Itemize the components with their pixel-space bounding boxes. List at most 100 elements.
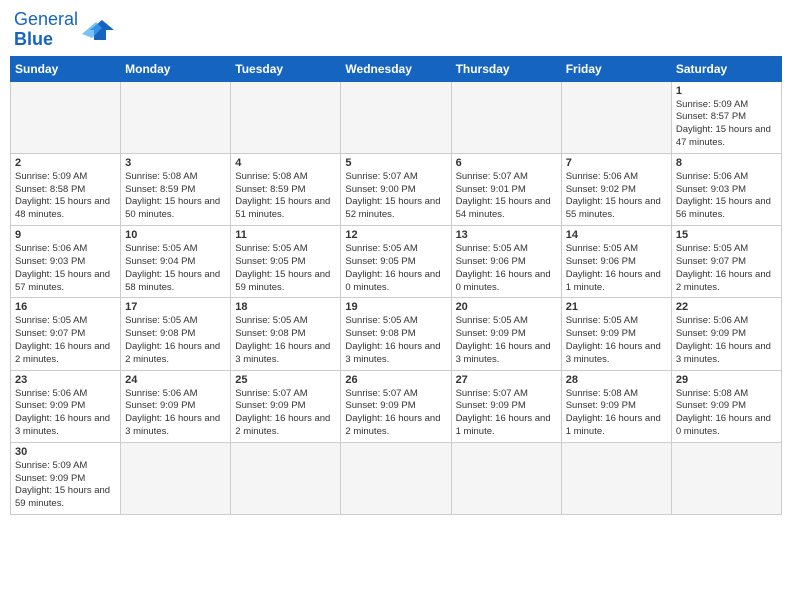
day-number: 10 xyxy=(125,229,226,241)
weekday-header-saturday: Saturday xyxy=(671,56,781,81)
calendar-cell: 13 Sunrise: 5:05 AM Sunset: 9:06 PM Dayli… xyxy=(451,226,561,298)
day-info: Sunrise: 5:06 AM Sunset: 9:02 PM Dayligh… xyxy=(566,171,667,222)
day-info: Sunrise: 5:05 AM Sunset: 9:08 PM Dayligh… xyxy=(235,315,336,366)
calendar-cell: 27 Sunrise: 5:07 AM Sunset: 9:09 PM Dayli… xyxy=(451,370,561,442)
weekday-header-thursday: Thursday xyxy=(451,56,561,81)
day-info: Sunrise: 5:05 AM Sunset: 9:07 PM Dayligh… xyxy=(676,243,777,294)
calendar-cell xyxy=(121,81,231,153)
day-info: Sunrise: 5:09 AM Sunset: 9:09 PM Dayligh… xyxy=(15,460,116,511)
day-info: Sunrise: 5:06 AM Sunset: 9:03 PM Dayligh… xyxy=(15,243,116,294)
day-info: Sunrise: 5:07 AM Sunset: 9:00 PM Dayligh… xyxy=(345,171,446,222)
logo: General Blue xyxy=(14,10,114,50)
day-info: Sunrise: 5:08 AM Sunset: 8:59 PM Dayligh… xyxy=(125,171,226,222)
day-info: Sunrise: 5:05 AM Sunset: 9:04 PM Dayligh… xyxy=(125,243,226,294)
day-number: 27 xyxy=(456,374,557,386)
day-info: Sunrise: 5:06 AM Sunset: 9:09 PM Dayligh… xyxy=(676,315,777,366)
day-number: 24 xyxy=(125,374,226,386)
weekday-header-friday: Friday xyxy=(561,56,671,81)
calendar-cell xyxy=(341,81,451,153)
calendar-week-2: 2Sunrise: 5:09 AM Sunset: 8:58 PM Daylig… xyxy=(11,153,782,225)
day-number: 15 xyxy=(676,229,777,241)
day-number: 26 xyxy=(345,374,446,386)
logo-general: General xyxy=(14,9,78,29)
day-number: 19 xyxy=(345,301,446,313)
calendar-cell: 5Sunrise: 5:07 AM Sunset: 9:00 PM Daylig… xyxy=(341,153,451,225)
day-number: 25 xyxy=(235,374,336,386)
day-info: Sunrise: 5:05 AM Sunset: 9:09 PM Dayligh… xyxy=(456,315,557,366)
day-number: 9 xyxy=(15,229,116,241)
calendar-week-5: 23 Sunrise: 5:06 AM Sunset: 9:09 PM Dayli… xyxy=(11,370,782,442)
day-number: 28 xyxy=(566,374,667,386)
calendar-cell xyxy=(561,442,671,514)
day-number: 23 xyxy=(15,374,116,386)
calendar-cell: 15 Sunrise: 5:05 AM Sunset: 9:07 PM Dayli… xyxy=(671,226,781,298)
day-info: Sunrise: 5:05 AM Sunset: 9:06 PM Dayligh… xyxy=(566,243,667,294)
weekday-header-row: SundayMondayTuesdayWednesdayThursdayFrid… xyxy=(11,56,782,81)
calendar-cell xyxy=(451,81,561,153)
calendar-cell xyxy=(11,81,121,153)
day-number: 3 xyxy=(125,157,226,169)
day-info: Sunrise: 5:05 AM Sunset: 9:07 PM Dayligh… xyxy=(15,315,116,366)
day-number: 13 xyxy=(456,229,557,241)
calendar-cell: 23 Sunrise: 5:06 AM Sunset: 9:09 PM Dayli… xyxy=(11,370,121,442)
calendar-table: SundayMondayTuesdayWednesdayThursdayFrid… xyxy=(10,56,782,516)
day-number: 30 xyxy=(15,446,116,458)
logo-blue: Blue xyxy=(14,29,53,49)
day-number: 11 xyxy=(235,229,336,241)
calendar-cell: 7 Sunrise: 5:06 AM Sunset: 9:02 PM Daylig… xyxy=(561,153,671,225)
day-number: 18 xyxy=(235,301,336,313)
calendar-cell: 8Sunrise: 5:06 AM Sunset: 9:03 PM Daylig… xyxy=(671,153,781,225)
weekday-header-tuesday: Tuesday xyxy=(231,56,341,81)
day-number: 6 xyxy=(456,157,557,169)
day-info: Sunrise: 5:05 AM Sunset: 9:08 PM Dayligh… xyxy=(125,315,226,366)
calendar-cell xyxy=(451,442,561,514)
day-info: Sunrise: 5:08 AM Sunset: 9:09 PM Dayligh… xyxy=(676,388,777,439)
calendar-cell xyxy=(341,442,451,514)
weekday-header-monday: Monday xyxy=(121,56,231,81)
calendar-cell: 2Sunrise: 5:09 AM Sunset: 8:58 PM Daylig… xyxy=(11,153,121,225)
day-info: Sunrise: 5:08 AM Sunset: 9:09 PM Dayligh… xyxy=(566,388,667,439)
calendar-cell: 19Sunrise: 5:05 AM Sunset: 9:08 PM Dayli… xyxy=(341,298,451,370)
logo-text: General Blue xyxy=(14,10,78,50)
logo-icon xyxy=(82,16,114,44)
calendar-cell: 22Sunrise: 5:06 AM Sunset: 9:09 PM Dayli… xyxy=(671,298,781,370)
calendar-week-4: 16Sunrise: 5:05 AM Sunset: 9:07 PM Dayli… xyxy=(11,298,782,370)
calendar-cell: 21Sunrise: 5:05 AM Sunset: 9:09 PM Dayli… xyxy=(561,298,671,370)
day-info: Sunrise: 5:07 AM Sunset: 9:09 PM Dayligh… xyxy=(456,388,557,439)
calendar-cell: 26 Sunrise: 5:07 AM Sunset: 9:09 PM Dayli… xyxy=(341,370,451,442)
day-number: 7 xyxy=(566,157,667,169)
day-info: Sunrise: 5:05 AM Sunset: 9:05 PM Dayligh… xyxy=(345,243,446,294)
day-info: Sunrise: 5:06 AM Sunset: 9:03 PM Dayligh… xyxy=(676,171,777,222)
day-info: Sunrise: 5:08 AM Sunset: 8:59 PM Dayligh… xyxy=(235,171,336,222)
day-number: 1 xyxy=(676,85,777,97)
day-number: 20 xyxy=(456,301,557,313)
day-info: Sunrise: 5:09 AM Sunset: 8:57 PM Dayligh… xyxy=(676,99,777,150)
day-info: Sunrise: 5:05 AM Sunset: 9:05 PM Dayligh… xyxy=(235,243,336,294)
calendar-cell: 24 Sunrise: 5:06 AM Sunset: 9:09 PM Dayli… xyxy=(121,370,231,442)
day-info: Sunrise: 5:05 AM Sunset: 9:06 PM Dayligh… xyxy=(456,243,557,294)
day-number: 4 xyxy=(235,157,336,169)
day-number: 17 xyxy=(125,301,226,313)
day-number: 29 xyxy=(676,374,777,386)
calendar-cell: 11 Sunrise: 5:05 AM Sunset: 9:05 PM Dayli… xyxy=(231,226,341,298)
day-number: 2 xyxy=(15,157,116,169)
calendar-week-1: 1 Sunrise: 5:09 AM Sunset: 8:57 PM Daylig… xyxy=(11,81,782,153)
calendar-week-6: 30 Sunrise: 5:09 AM Sunset: 9:09 PM Dayli… xyxy=(11,442,782,514)
day-info: Sunrise: 5:07 AM Sunset: 9:09 PM Dayligh… xyxy=(235,388,336,439)
calendar-cell: 6Sunrise: 5:07 AM Sunset: 9:01 PM Daylig… xyxy=(451,153,561,225)
day-number: 12 xyxy=(345,229,446,241)
day-number: 14 xyxy=(566,229,667,241)
calendar-cell xyxy=(561,81,671,153)
calendar-cell: 3 Sunrise: 5:08 AM Sunset: 8:59 PM Daylig… xyxy=(121,153,231,225)
calendar-cell: 4 Sunrise: 5:08 AM Sunset: 8:59 PM Daylig… xyxy=(231,153,341,225)
calendar-cell: 20 Sunrise: 5:05 AM Sunset: 9:09 PM Dayli… xyxy=(451,298,561,370)
calendar-cell: 17 Sunrise: 5:05 AM Sunset: 9:08 PM Dayli… xyxy=(121,298,231,370)
calendar-cell: 1 Sunrise: 5:09 AM Sunset: 8:57 PM Daylig… xyxy=(671,81,781,153)
weekday-header-sunday: Sunday xyxy=(11,56,121,81)
calendar-cell: 10 Sunrise: 5:05 AM Sunset: 9:04 PM Dayli… xyxy=(121,226,231,298)
day-info: Sunrise: 5:07 AM Sunset: 9:09 PM Dayligh… xyxy=(345,388,446,439)
calendar-cell: 28 Sunrise: 5:08 AM Sunset: 9:09 PM Dayli… xyxy=(561,370,671,442)
day-info: Sunrise: 5:06 AM Sunset: 9:09 PM Dayligh… xyxy=(125,388,226,439)
day-info: Sunrise: 5:06 AM Sunset: 9:09 PM Dayligh… xyxy=(15,388,116,439)
calendar-cell: 25 Sunrise: 5:07 AM Sunset: 9:09 PM Dayli… xyxy=(231,370,341,442)
